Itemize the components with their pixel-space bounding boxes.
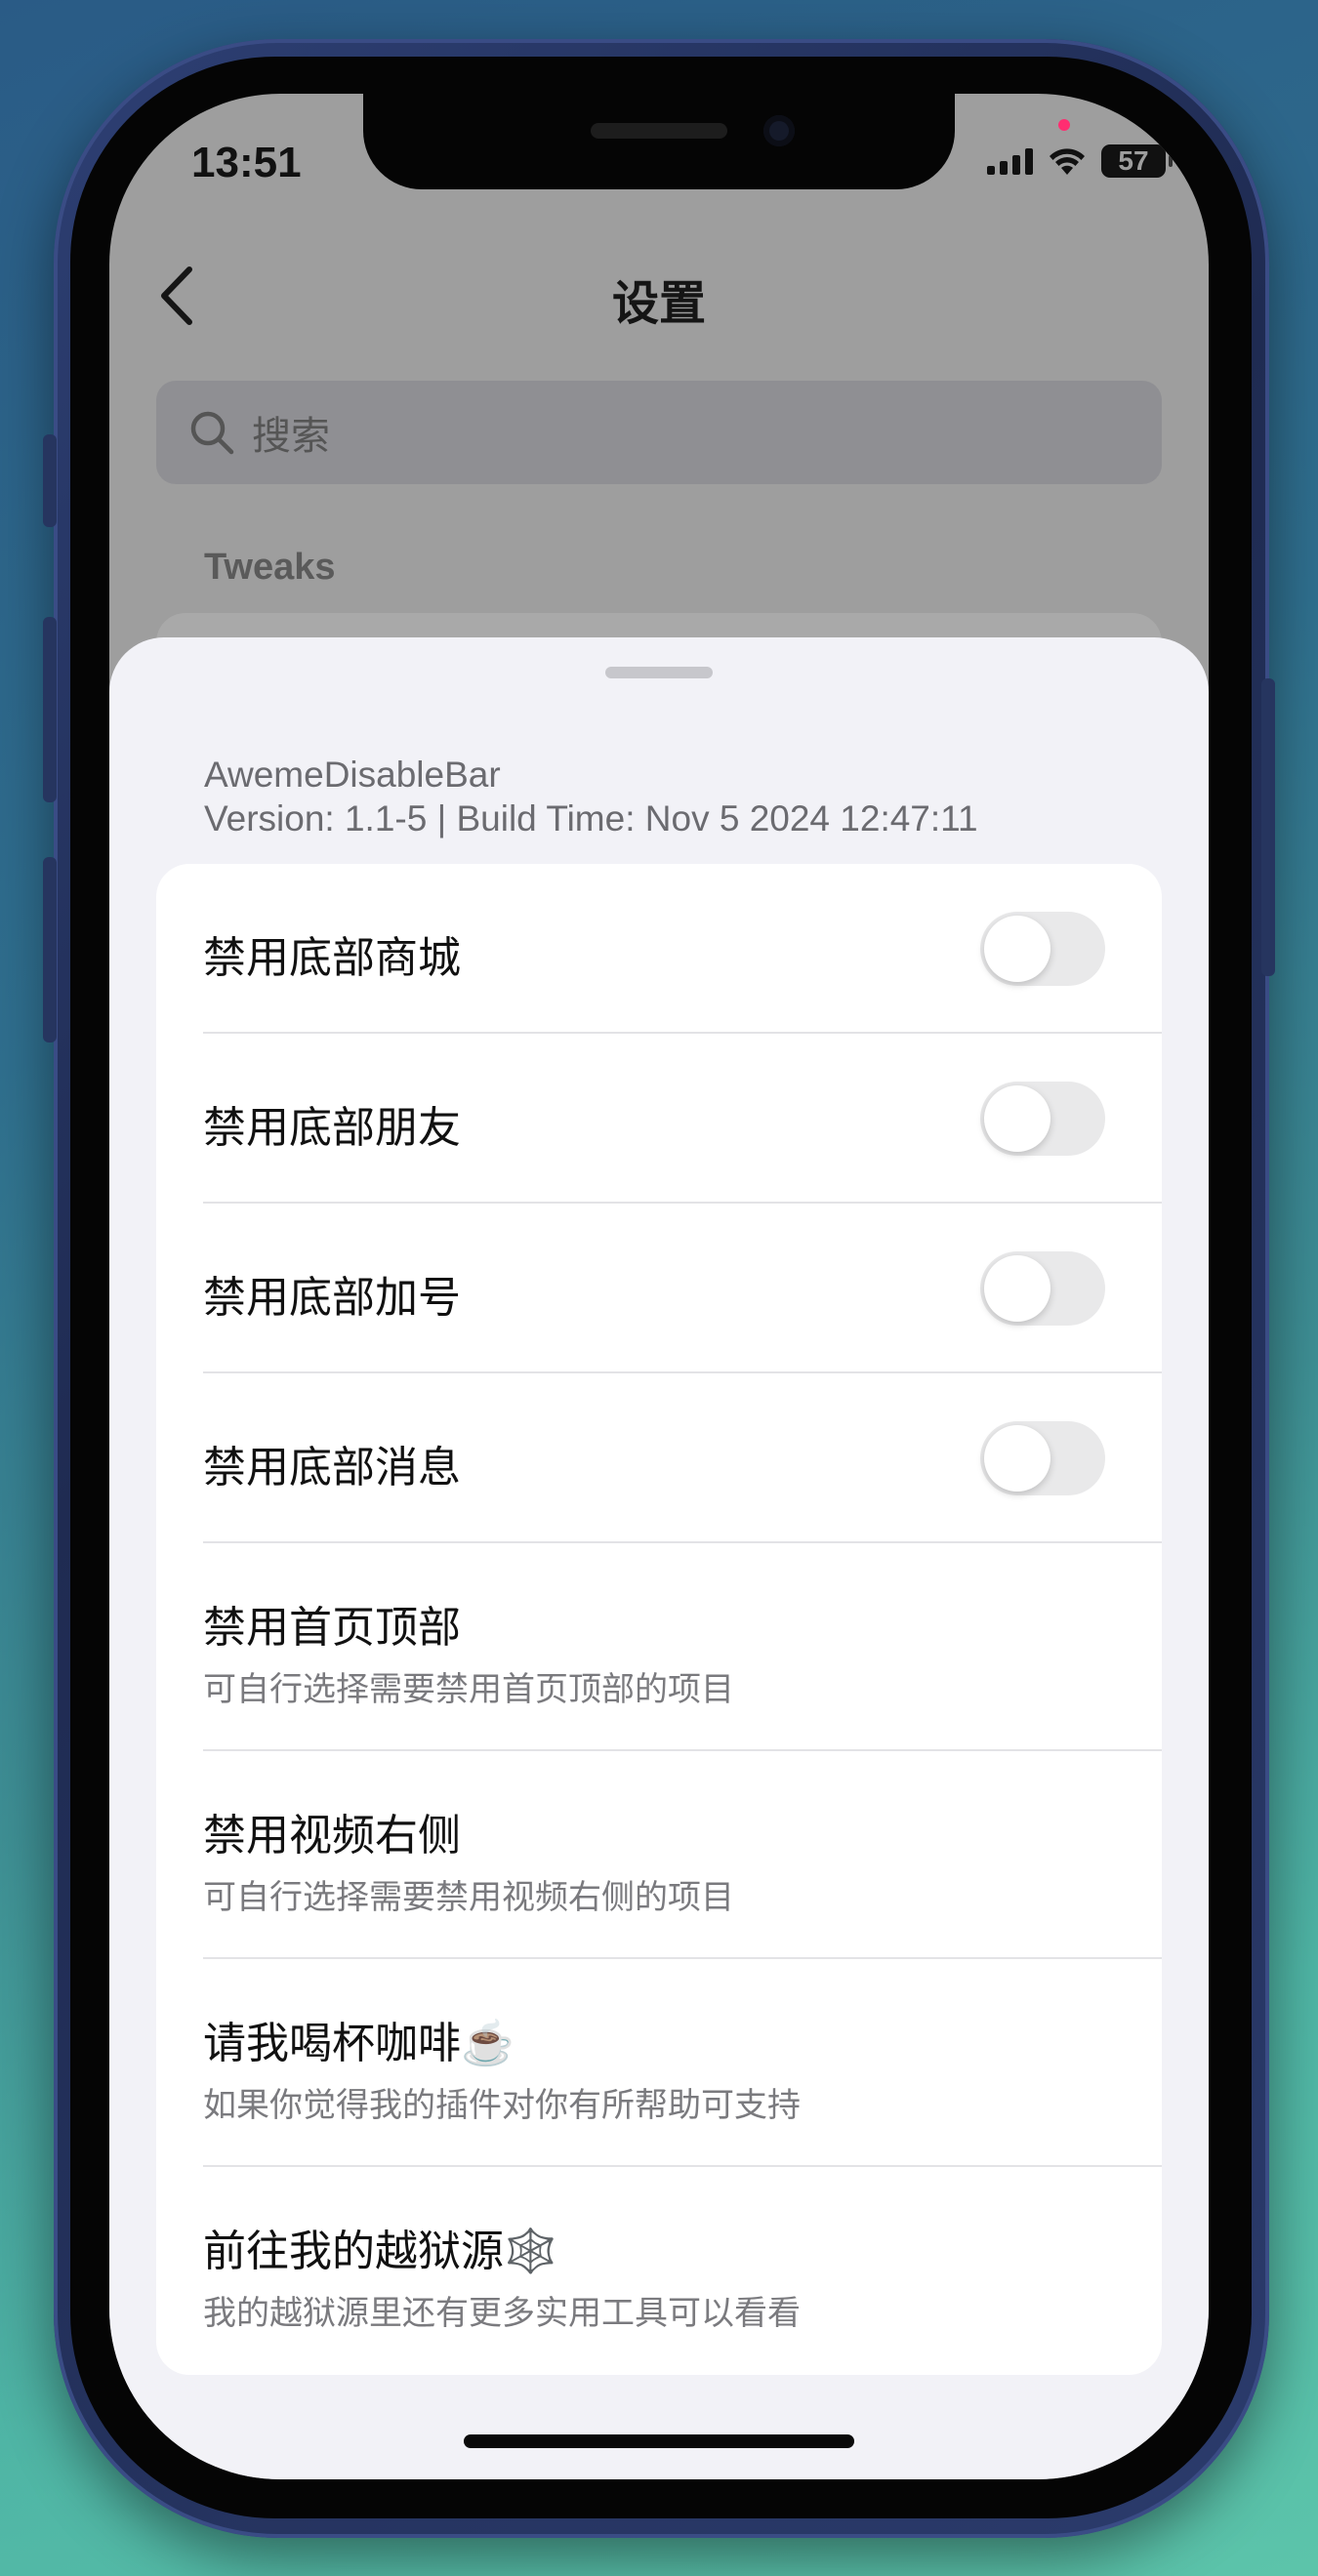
setting-label: 禁用底部加号 — [203, 1274, 461, 1322]
setting-subtitle: 可自行选择需要禁用首页顶部的项目 — [203, 1671, 734, 1708]
toggle-knob — [984, 1425, 1050, 1492]
privacy-indicator-dot — [1058, 119, 1070, 131]
setting-row-buy-coffee[interactable]: 请我喝杯咖啡☕️ 如果你觉得我的插件对你有所帮助可支持 — [156, 1959, 1162, 2167]
setting-label: 禁用视频右侧 — [203, 1812, 461, 1860]
tweak-version-info: Version: 1.1-5 | Build Time: Nov 5 2024 … — [204, 798, 978, 838]
cellular-signal-icon — [987, 147, 1033, 175]
toggle-switch[interactable] — [980, 1251, 1105, 1326]
screen: 13:51 57 设置 搜索 Tweaks AwemeDisableBar Ve… — [109, 94, 1209, 2479]
setting-row-jailbreak-repo[interactable]: 前往我的越狱源🕸️ 我的越狱源里还有更多实用工具可以看看 — [156, 2167, 1162, 2375]
status-icons: 57 — [987, 144, 1173, 178]
toggle-knob — [984, 1085, 1050, 1152]
setting-label: 禁用底部商城 — [203, 934, 461, 982]
setting-row-disable-messages[interactable]: 禁用底部消息 — [156, 1373, 1162, 1543]
section-header-tweaks: Tweaks — [204, 547, 336, 588]
page-title: 设置 — [611, 278, 706, 330]
notch — [363, 94, 955, 189]
setting-label: 禁用底部朋友 — [203, 1104, 461, 1152]
tweak-name: AwemeDisableBar — [204, 755, 501, 795]
setting-row-disable-video-right[interactable]: 禁用视频右侧 可自行选择需要禁用视频右侧的项目 — [156, 1751, 1162, 1959]
setting-subtitle: 可自行选择需要禁用视频右侧的项目 — [203, 1879, 734, 1916]
search-placeholder: 搜索 — [252, 415, 330, 458]
mute-switch — [43, 434, 57, 527]
setting-row-disable-plus[interactable]: 禁用底部加号 — [156, 1204, 1162, 1373]
toggle-switch[interactable] — [980, 1082, 1105, 1156]
search-icon — [190, 411, 234, 455]
search-input[interactable]: 搜索 — [156, 381, 1162, 484]
setting-label: 禁用底部消息 — [203, 1444, 461, 1492]
toggle-switch[interactable] — [980, 912, 1105, 986]
setting-label: 禁用首页顶部 — [203, 1604, 461, 1652]
volume-up-button — [43, 617, 57, 802]
toggle-knob — [984, 1255, 1050, 1322]
home-indicator[interactable] — [464, 2434, 854, 2448]
toggle-switch[interactable] — [980, 1421, 1105, 1495]
sheet-grabber[interactable] — [605, 667, 713, 678]
setting-label: 前往我的越狱源🕸️ — [203, 2227, 557, 2276]
setting-subtitle: 如果你觉得我的插件对你有所帮助可支持 — [203, 2087, 801, 2124]
setting-subtitle: 我的越狱源里还有更多实用工具可以看看 — [203, 2295, 801, 2332]
setting-row-disable-friends[interactable]: 禁用底部朋友 — [156, 1034, 1162, 1204]
power-button — [1261, 678, 1275, 976]
toggle-knob — [984, 916, 1050, 982]
front-camera — [763, 115, 795, 146]
speaker-grille — [591, 123, 727, 139]
setting-row-disable-home-top[interactable]: 禁用首页顶部 可自行选择需要禁用首页顶部的项目 — [156, 1543, 1162, 1751]
settings-list: 禁用底部商城 禁用底部朋友 禁用底部加号 禁用底部消息 禁用首页顶部 可自行选择… — [156, 864, 1162, 2375]
battery-icon: 57 — [1101, 144, 1173, 178]
wifi-icon — [1047, 145, 1088, 177]
settings-sheet: AwemeDisableBar Version: 1.1-5 | Build T… — [109, 637, 1209, 2479]
setting-row-disable-mall[interactable]: 禁用底部商城 — [156, 864, 1162, 1034]
setting-label: 请我喝杯咖啡☕️ — [203, 2019, 515, 2068]
status-time: 13:51 — [191, 139, 302, 186]
volume-down-button — [43, 857, 57, 1043]
